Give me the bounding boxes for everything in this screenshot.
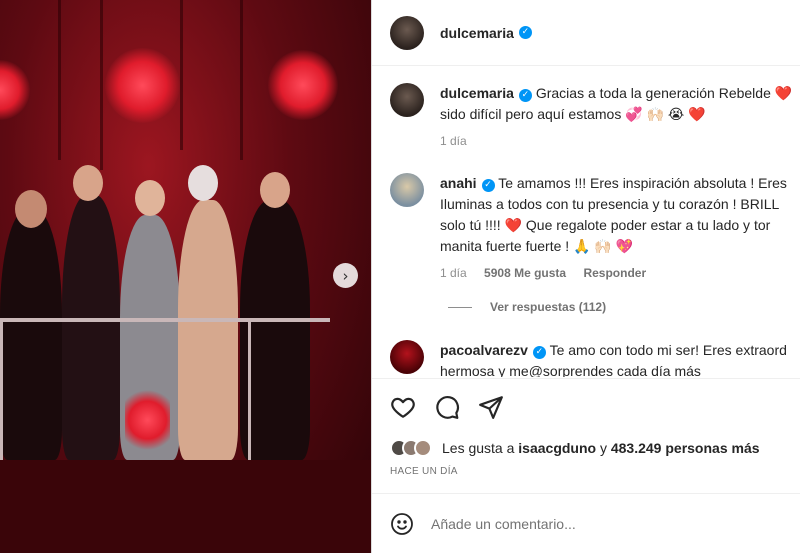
- chevron-right-icon: ›: [342, 266, 349, 285]
- stage-platform: [0, 460, 371, 553]
- likes-summary[interactable]: Les gusta a isaacgduno y 483.249 persona…: [390, 439, 760, 457]
- caption-text: sido difícil pero aquí estamos 💞 🙌🏻 😭 ❤️: [440, 106, 706, 122]
- comment-text: hermosa y me@sorprendes cada día más: [440, 363, 701, 377]
- performer-head: [188, 165, 218, 201]
- comment-username[interactable]: anahi: [440, 175, 477, 191]
- stage-light: [0, 60, 30, 120]
- emoji-icon[interactable]: [390, 512, 414, 536]
- post-photo[interactable]: ›: [0, 0, 371, 553]
- performer-head: [135, 180, 165, 216]
- post-actions: Les gusta a isaacgduno y 483.249 persona…: [372, 378, 800, 493]
- verified-icon: ✓: [532, 346, 546, 359]
- verified-icon: ✓: [481, 179, 495, 192]
- comment-text: Te amamos !!! Eres inspiración absoluta …: [498, 175, 787, 191]
- performer-head: [260, 172, 290, 208]
- likes-connector: y: [599, 440, 607, 456]
- comment-time[interactable]: 1 día: [440, 266, 467, 280]
- comment-icon[interactable]: [434, 394, 460, 420]
- post-time[interactable]: HACE UN DÍA: [390, 466, 458, 477]
- comments-list[interactable]: dulcemaria ✓ Gracias a toda la generación…: [372, 67, 800, 377]
- author-username[interactable]: dulcemaria: [440, 25, 514, 41]
- likes-prefix: Les gusta a: [442, 440, 515, 456]
- caption: dulcemaria ✓ Gracias a toda la generación…: [390, 83, 800, 152]
- performer: [62, 195, 120, 460]
- heart-icon[interactable]: [390, 394, 416, 420]
- performer: [178, 200, 238, 460]
- comment-text: solo tú !!!! ❤️ Que regalote poder estar…: [440, 217, 771, 233]
- performer-head: [15, 190, 47, 228]
- caption-text: Gracias a toda la generación Rebelde ❤️: [535, 85, 793, 101]
- verified-icon: ✓: [518, 89, 532, 102]
- stage-railing: [248, 322, 251, 462]
- stage-railing: [0, 318, 330, 322]
- comment-likes[interactable]: 5908 Me gusta: [484, 266, 566, 280]
- avatar[interactable]: [390, 15, 424, 50]
- cable: [180, 0, 183, 150]
- cable: [240, 0, 243, 160]
- post-header: dulcemaria ✓: [372, 0, 800, 66]
- performer: [0, 210, 62, 460]
- comment-text: manita fuerte fuerte ! 🙏 🙌🏻 💖: [440, 238, 634, 254]
- cable: [100, 0, 103, 170]
- likes-count[interactable]: 483.249 personas más: [611, 440, 760, 456]
- comment-time[interactable]: 1 día: [440, 134, 467, 148]
- next-photo-button[interactable]: ›: [333, 263, 358, 288]
- liked-by-username[interactable]: isaacgduno: [518, 440, 596, 456]
- divider: [448, 306, 472, 308]
- avatar[interactable]: [390, 83, 424, 117]
- list-item: pacoalvarezv ✓ Te amo con todo mi ser! Er…: [390, 340, 800, 377]
- view-replies-button[interactable]: Ver respuestas (112): [448, 300, 606, 314]
- performer-head: [73, 165, 103, 201]
- comment-input[interactable]: [431, 515, 761, 532]
- comment-text: Iluminas a todos con tu presencia y tu c…: [440, 196, 780, 212]
- stage-railing: [0, 322, 3, 462]
- comment-composer: [372, 493, 800, 553]
- comment-username[interactable]: pacoalvarezv: [440, 342, 528, 358]
- share-icon[interactable]: [478, 394, 504, 420]
- post-details-panel: dulcemaria ✓ dulcemaria ✓ Gracias a toda …: [371, 0, 800, 553]
- reply-button[interactable]: Responder: [583, 266, 646, 280]
- avatar[interactable]: [390, 340, 424, 374]
- view-replies-label: Ver respuestas (112): [490, 300, 607, 314]
- caption-username[interactable]: dulcemaria: [440, 85, 514, 101]
- avatar: [414, 439, 432, 457]
- stage-light: [105, 48, 180, 123]
- verified-icon: ✓: [518, 26, 532, 39]
- cable: [58, 0, 61, 160]
- avatar[interactable]: [390, 173, 424, 207]
- list-item: anahi ✓ Te amamos !!! Eres inspiración ab…: [390, 173, 800, 284]
- stage-light: [125, 385, 170, 455]
- comment-text: Te amo con todo mi ser! Eres extraord: [549, 342, 787, 358]
- stage-light: [268, 50, 338, 120]
